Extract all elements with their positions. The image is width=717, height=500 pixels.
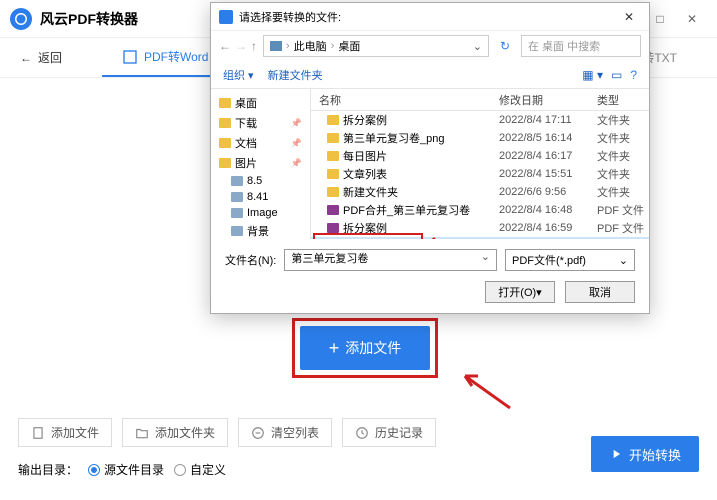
close-button[interactable]: ✕ <box>677 7 707 31</box>
drive-icon <box>231 176 243 186</box>
filename-input[interactable]: 第三单元复习卷⌄ <box>284 249 497 271</box>
filename-label: 文件名(N): <box>225 252 276 268</box>
file-row[interactable]: 每日图片2022/8/4 16:17文件夹 <box>311 147 649 165</box>
arrow-left-icon: ← <box>20 51 32 65</box>
folder-icon <box>327 115 339 125</box>
tree-item[interactable]: 图片📌 <box>211 153 310 173</box>
tree-item[interactable]: 桌面 <box>211 93 310 113</box>
start-convert-button[interactable]: 开始转换 <box>591 436 699 472</box>
dialog-icon <box>219 10 233 24</box>
pc-icon <box>270 41 282 51</box>
pin-icon: 📌 <box>291 158 302 169</box>
view-mode-button[interactable]: ▦ ▾ <box>582 68 603 82</box>
back-button[interactable]: ← 返回 <box>20 49 62 66</box>
play-icon <box>609 447 623 461</box>
file-row[interactable]: 第三单元复习卷_png2022/8/5 16:14文件夹 <box>311 129 649 147</box>
word-icon <box>122 49 138 65</box>
file-row[interactable]: 文章列表2022/8/4 15:51文件夹 <box>311 165 649 183</box>
tree-item[interactable]: 8.5 <box>211 173 310 189</box>
app-logo <box>10 8 32 30</box>
folder-icon <box>219 118 231 128</box>
folder-icon <box>219 138 231 148</box>
search-input[interactable]: 在 桌面 中搜索 <box>521 35 641 57</box>
tree-item[interactable]: 文档📌 <box>211 133 310 153</box>
tree-item[interactable]: 8.41 <box>211 189 310 205</box>
help-button[interactable]: ? <box>630 68 637 82</box>
nav-back-icon[interactable]: ← <box>219 39 231 53</box>
preview-button[interactable]: ▭ <box>611 68 622 82</box>
history-button[interactable]: 历史记录 <box>342 418 436 447</box>
folder-icon <box>327 151 339 161</box>
file-filter-select[interactable]: PDF文件(*.pdf)⌄ <box>505 249 635 271</box>
clear-list-button[interactable]: 清空列表 <box>238 418 332 447</box>
annotation-arrow <box>423 235 463 239</box>
new-folder-button[interactable]: 新建文件夹 <box>268 67 323 83</box>
folder-icon <box>219 98 231 108</box>
file-row[interactable]: 拆分案例2022/8/4 16:59PDF 文件 <box>311 219 649 237</box>
pin-icon: 📌 <box>291 138 302 149</box>
pdf-icon <box>327 205 339 215</box>
folder-icon <box>327 133 339 143</box>
radio-custom-dir[interactable]: 自定义 <box>174 461 226 478</box>
col-name-header[interactable]: 名称 <box>311 92 499 108</box>
col-date-header[interactable]: 修改日期 <box>499 92 597 108</box>
drive-icon <box>231 226 243 236</box>
file-row[interactable]: PDF合并_第三单元复习卷2022/8/4 16:48PDF 文件 <box>311 201 649 219</box>
file-open-dialog: 请选择要转换的文件: ✕ ← → ↑ › 此电脑 › 桌面 ⌄ ↻ 在 桌面 中… <box>210 2 650 314</box>
path-bar[interactable]: › 此电脑 › 桌面 ⌄ <box>263 35 489 57</box>
tree-item[interactable]: Image <box>211 205 310 221</box>
annotation-box <box>292 318 438 378</box>
folder-tree[interactable]: 桌面下载📌文档📌图片📌8.58.41Image背景此电脑 <box>211 89 311 239</box>
app-title: 风云PDF转换器 <box>40 9 138 29</box>
radio-source-dir[interactable]: 源文件目录 <box>88 461 164 478</box>
organize-menu[interactable]: 组织 ▾ <box>223 67 254 83</box>
file-row[interactable]: 第三单元复习卷2022/6/15 10:42PDF 文件 <box>311 237 649 239</box>
refresh-button[interactable]: ↻ <box>495 39 515 53</box>
pin-icon: 📌 <box>291 118 302 129</box>
folder-icon <box>327 169 339 179</box>
tree-item[interactable]: 下载📌 <box>211 113 310 133</box>
output-label: 输出目录： <box>18 461 78 478</box>
drive-icon <box>231 192 243 202</box>
folder-plus-icon <box>135 426 149 440</box>
folder-icon <box>327 187 339 197</box>
tree-item[interactable]: 背景 <box>211 221 310 239</box>
col-type-header[interactable]: 类型 <box>597 92 649 108</box>
add-file-button[interactable]: 添加文件 <box>18 418 112 447</box>
dialog-title: 请选择要转换的文件: <box>239 9 341 25</box>
dialog-close-button[interactable]: ✕ <box>617 10 641 24</box>
cancel-button[interactable]: 取消 <box>565 281 635 303</box>
file-row[interactable]: 拆分案例2022/8/4 17:11文件夹 <box>311 111 649 129</box>
open-button[interactable]: 打开(O) ▾ <box>485 281 555 303</box>
pdf-icon <box>327 223 339 233</box>
drive-icon <box>231 208 243 218</box>
folder-icon <box>219 158 231 168</box>
add-folder-button[interactable]: 添加文件夹 <box>122 418 228 447</box>
file-row[interactable]: 新建文件夹2022/6/6 9:56文件夹 <box>311 183 649 201</box>
clear-icon <box>251 426 265 440</box>
nav-fwd-icon[interactable]: → <box>235 39 247 53</box>
nav-up-icon[interactable]: ↑ <box>251 39 257 53</box>
history-icon <box>355 426 369 440</box>
file-plus-icon <box>31 426 45 440</box>
